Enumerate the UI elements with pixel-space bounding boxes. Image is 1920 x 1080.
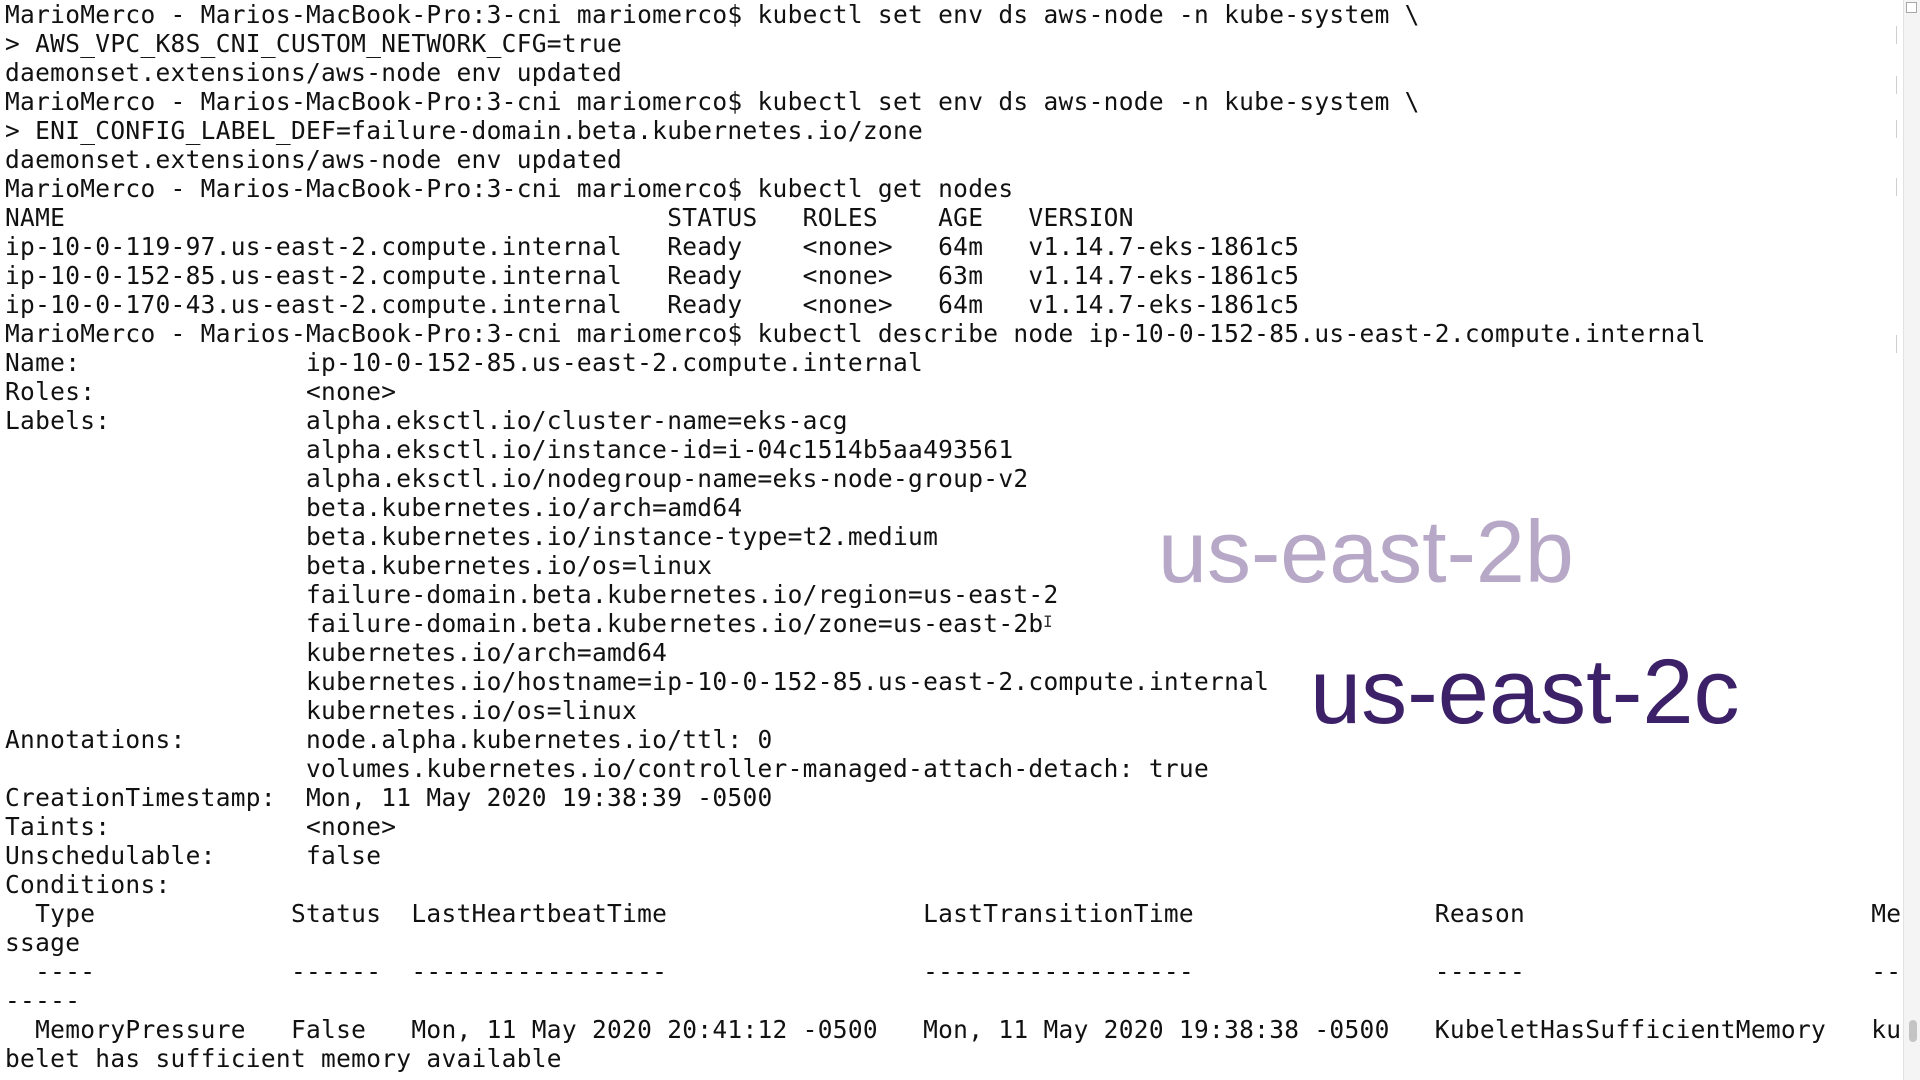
terminal-line: ip-10-0-119-97.us-east-2.compute.interna…	[5, 232, 1300, 261]
terminal-line: NAME STATUS ROLES AGE VERSION	[5, 203, 1134, 232]
terminal-line: alpha.eksctl.io/instance-id=i-04c1514b5a…	[5, 435, 1014, 464]
terminal-line: Name: ip-10-0-152-85.us-east-2.compute.i…	[5, 348, 924, 377]
terminal-line: MemoryPressure False Mon, 11 May 2020 20…	[5, 1015, 1902, 1044]
zone-b-overlay-label: us-east-2b	[1158, 502, 1574, 601]
scrollbar-thumb[interactable]	[1909, 1020, 1917, 1042]
scrollbar-corner-icon	[1906, 2, 1917, 13]
terminal-window[interactable]: MarioMerco - Marios-MacBook-Pro:3-cni ma…	[0, 0, 1920, 1080]
terminal-line: ip-10-0-170-43.us-east-2.compute.interna…	[5, 290, 1300, 319]
terminal-line: Conditions:	[5, 870, 171, 899]
terminal-line: ssage	[5, 928, 81, 957]
terminal-line: ip-10-0-152-85.us-east-2.compute.interna…	[5, 261, 1300, 290]
terminal-line: Type Status LastHeartbeatTime LastTransi…	[5, 899, 1902, 928]
vertical-scrollbar[interactable]	[1903, 0, 1920, 1080]
terminal-line: > AWS_VPC_K8S_CNI_CUSTOM_NETWORK_CFG=tru…	[5, 29, 623, 58]
terminal-line: MarioMerco - Marios-MacBook-Pro:3-cni ma…	[5, 174, 1014, 203]
terminal-line: alpha.eksctl.io/nodegroup-name=eks-node-…	[5, 464, 1029, 493]
terminal-line: failure-domain.beta.kubernetes.io/region…	[5, 580, 1059, 609]
terminal-line: Roles: <none>	[5, 377, 397, 406]
terminal-line: beta.kubernetes.io/arch=amd64	[5, 493, 743, 522]
terminal-line: MarioMerco - Marios-MacBook-Pro:3-cni ma…	[5, 87, 1420, 116]
terminal-output: MarioMerco - Marios-MacBook-Pro:3-cni ma…	[5, 0, 1901, 1073]
terminal-line: Taints: <none>	[5, 812, 397, 841]
terminal-line: beta.kubernetes.io/os=linux	[5, 551, 713, 580]
terminal-line: ---- ------ ----------------- ----------…	[5, 957, 1902, 986]
terminal-line: daemonset.extensions/aws-node env update…	[5, 58, 623, 87]
terminal-line: MarioMerco - Marios-MacBook-Pro:3-cni ma…	[5, 0, 1420, 29]
terminal-line: > ENI_CONFIG_LABEL_DEF=failure-domain.be…	[5, 116, 924, 145]
terminal-line: MarioMerco - Marios-MacBook-Pro:3-cni ma…	[5, 319, 1706, 348]
terminal-line: -----	[5, 986, 81, 1015]
terminal-line: CreationTimestamp: Mon, 11 May 2020 19:3…	[5, 783, 773, 812]
terminal-line: belet has sufficient memory available	[5, 1044, 562, 1073]
terminal-line: volumes.kubernetes.io/controller-managed…	[5, 754, 1210, 783]
terminal-line: daemonset.extensions/aws-node env update…	[5, 145, 623, 174]
terminal-line: Labels: alpha.eksctl.io/cluster-name=eks…	[5, 406, 848, 435]
terminal-line: Unschedulable: false	[5, 841, 382, 870]
terminal-line: beta.kubernetes.io/instance-type=t2.medi…	[5, 522, 939, 551]
terminal-line: failure-domain.beta.kubernetes.io/zone=u…	[5, 609, 1044, 638]
text-cursor-icon: I	[1043, 612, 1053, 631]
scroll-gutter-marks	[1896, 0, 1898, 1080]
zone-c-overlay-label: us-east-2c	[1310, 641, 1740, 743]
